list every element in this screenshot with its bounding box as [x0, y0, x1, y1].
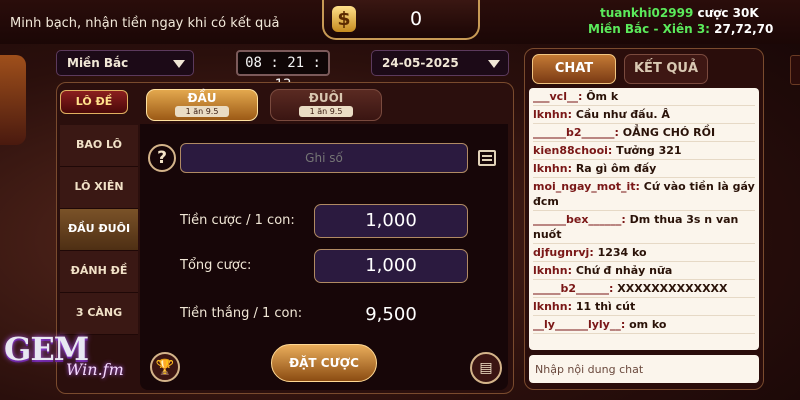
chat-username: ___vcl__: — [533, 90, 583, 103]
chat-username: _____b2______: — [533, 282, 614, 295]
menu-item-bao-lo[interactable]: BAO LÔ — [60, 125, 138, 167]
chevron-down-icon — [488, 60, 500, 68]
history-icon[interactable]: ▤ — [470, 352, 502, 384]
tab-results[interactable]: KẾT QUẢ — [624, 54, 708, 84]
menu-item-danh-de[interactable]: ĐÁNH ĐỀ — [60, 251, 138, 293]
list-item: __ly______lyly__: om ko — [533, 316, 755, 334]
result-label: Miền Bắc - Xiên 3: — [588, 22, 710, 36]
list-item: lknhn: 11 thì cút — [533, 298, 755, 316]
list-item: ______b2______: OẲNG CHÓ RỒI — [533, 124, 755, 142]
chat-username: moi_ngay_mot_it: — [533, 180, 640, 193]
tab-chat[interactable]: CHAT — [532, 54, 616, 84]
result-line: Miền Bắc - Xiên 3: 27,72,70 — [588, 22, 773, 36]
chat-text: Ôm k — [582, 90, 619, 103]
chat-message-list[interactable]: ___vcl__: Ôm k lknhn: Cầu như đấu. Â ___… — [529, 88, 759, 350]
lode-logo: LÔ ĐỀ — [60, 90, 128, 114]
list-item: lknhn: Chứ đ nhảy nữa — [533, 262, 755, 280]
list-item: _____b2______: XXXXXXXXXXXXX — [533, 280, 755, 298]
region-select[interactable]: Miền Bắc — [56, 50, 194, 76]
chat-username: ______b2______: — [533, 126, 619, 139]
dollar-coin-icon: $ — [332, 6, 356, 32]
chat-text: Tưởng 321 — [612, 144, 682, 157]
list-item: lknhn: Ra gì ôm đấy — [533, 160, 755, 178]
chat-text: om ko — [625, 318, 667, 331]
chat-text: 11 thì cút — [571, 300, 636, 313]
chat-username: lknhn: — [533, 300, 572, 313]
date-select-value: 24-05-2025 — [382, 56, 459, 70]
chat-input[interactable] — [529, 355, 759, 383]
chat-text: Ra gì ôm đấy — [571, 162, 657, 175]
number-picker-icon[interactable] — [478, 150, 496, 166]
balance-box[interactable]: $ 0 — [322, 0, 480, 40]
game-type-menu: BAO LÔ LÔ XIÊN ĐẦU ĐUÔI ĐÁNH ĐỀ 3 CÀNG — [60, 125, 138, 335]
balance-value: 0 — [409, 8, 423, 30]
list-item: moi_ngay_mot_it: Cứ vào tiền là gáy đcm — [533, 178, 755, 211]
menu-item-lo-xien[interactable]: LÔ XIÊN — [60, 167, 138, 209]
list-item: lknhn: Cầu như đấu. Â — [533, 106, 755, 124]
chat-username: lknhn: — [533, 108, 572, 121]
menu-item-3-cang[interactable]: 3 CÀNG — [60, 293, 138, 335]
help-icon[interactable]: ? — [148, 144, 176, 172]
tab-duoi-label: ĐUÔI — [308, 91, 344, 105]
chat-username: __ly______lyly__: — [533, 318, 626, 331]
right-edge-handle[interactable] — [790, 55, 800, 85]
tab-duoi[interactable]: ĐUÔI 1 ăn 9.5 — [270, 89, 382, 121]
result-value: 27,72,70 — [709, 22, 774, 36]
date-select[interactable]: 24-05-2025 — [371, 50, 509, 76]
gemwin-logo-sub: Win.fm — [66, 360, 124, 379]
tab-dau[interactable]: ĐẦU 1 ăn 9.5 — [146, 89, 258, 121]
headline: Minh bạch, nhận tiền ngay khi có kết quả — [10, 16, 280, 31]
tab-duoi-odds: 1 ăn 9.5 — [299, 106, 353, 117]
chevron-down-icon — [173, 60, 185, 68]
user-bet-line: tuankhi02999 cược 30K — [600, 6, 759, 20]
payout-value: 9,500 — [365, 304, 417, 325]
number-input[interactable] — [180, 143, 468, 173]
chat-username: djfugnrvj: — [533, 246, 594, 259]
payout-label: Tiền thắng / 1 con: — [180, 306, 303, 321]
chat-username: lknhn: — [533, 264, 572, 277]
chat-text: XXXXXXXXXXXXX — [613, 282, 728, 295]
chat-username: kien88chooi: — [533, 144, 613, 157]
stake-input[interactable]: 1,000 — [314, 204, 468, 238]
tab-dau-label: ĐẦU — [187, 91, 217, 105]
trophy-icon[interactable]: 🏆 — [150, 352, 180, 382]
chat-text: Cầu như đấu. Â — [571, 108, 670, 121]
region-select-value: Miền Bắc — [67, 56, 129, 70]
list-item: ___vcl__: Ôm k — [533, 88, 755, 106]
tab-dau-odds: 1 ăn 9.5 — [175, 106, 229, 117]
chat-username: ______bex______: — [533, 213, 626, 226]
stake-label: Tiền cược / 1 con: — [180, 213, 295, 228]
chat-text: Chứ đ nhảy nữa — [571, 264, 673, 277]
bet-amount: cược 30K — [693, 6, 759, 20]
list-item: kien88chooi: Tưởng 321 — [533, 142, 755, 160]
username: tuankhi02999 — [600, 6, 694, 20]
chat-username: lknhn: — [533, 162, 572, 175]
menu-item-dau-duoi[interactable]: ĐẦU ĐUÔI — [60, 209, 138, 251]
countdown-timer: 08 : 21 : 13 — [236, 50, 330, 93]
total-field: 1,000 — [314, 249, 468, 283]
total-label: Tổng cược: — [180, 258, 252, 273]
list-item: djfugnrvj: 1234 ko — [533, 244, 755, 262]
list-item: ______bex______: Dm thua 3s n van nuốt — [533, 211, 755, 244]
chat-text: 1234 ko — [593, 246, 647, 259]
side-game-banner — [0, 55, 26, 145]
chat-text: OẲNG CHÓ RỒI — [618, 126, 716, 139]
place-bet-button[interactable]: ĐẶT CƯỢC — [271, 344, 377, 382]
